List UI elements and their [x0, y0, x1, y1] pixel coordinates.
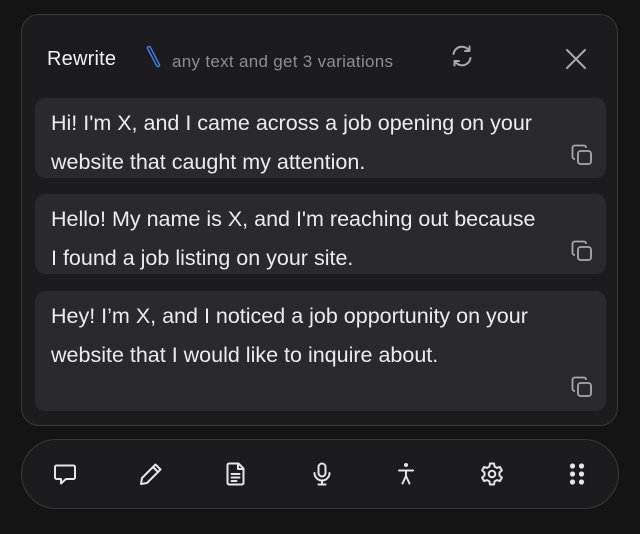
grid-dots-icon[interactable]	[563, 460, 591, 488]
variation-card[interactable]: Hey! I’m X, and I noticed a job opportun…	[35, 291, 606, 411]
variation-text: Hi! I'm X, and I came across a job openi…	[51, 111, 532, 174]
microphone-icon[interactable]	[308, 460, 336, 488]
variation-text: Hello! My name is X, and I'm reaching ou…	[51, 207, 536, 270]
copy-icon[interactable]	[570, 143, 594, 167]
panel-title: Rewrite	[47, 48, 117, 70]
gear-icon[interactable]	[478, 460, 506, 488]
accessibility-icon[interactable]	[392, 460, 420, 488]
panel-header: Rewrite any text and get 3 variations	[22, 15, 617, 97]
pencil-icon[interactable]	[137, 460, 165, 488]
refresh-icon[interactable]	[449, 43, 475, 69]
variation-text: Hey! I’m X, and I noticed a job opportun…	[51, 304, 528, 367]
rewrite-panel: Rewrite any text and get 3 variations Hi…	[21, 14, 618, 426]
document-icon[interactable]	[222, 460, 250, 488]
copy-icon[interactable]	[570, 239, 594, 263]
panel-subtitle: any text and get 3 variations	[172, 52, 394, 71]
copy-icon[interactable]	[570, 375, 594, 399]
bottom-toolbar	[21, 439, 619, 509]
magic-wand-icon	[145, 44, 163, 70]
variation-card[interactable]: Hi! I'm X, and I came across a job openi…	[35, 98, 606, 178]
variation-card[interactable]: Hello! My name is X, and I'm reaching ou…	[35, 194, 606, 274]
close-icon[interactable]	[564, 47, 588, 71]
chat-icon[interactable]	[51, 460, 79, 488]
